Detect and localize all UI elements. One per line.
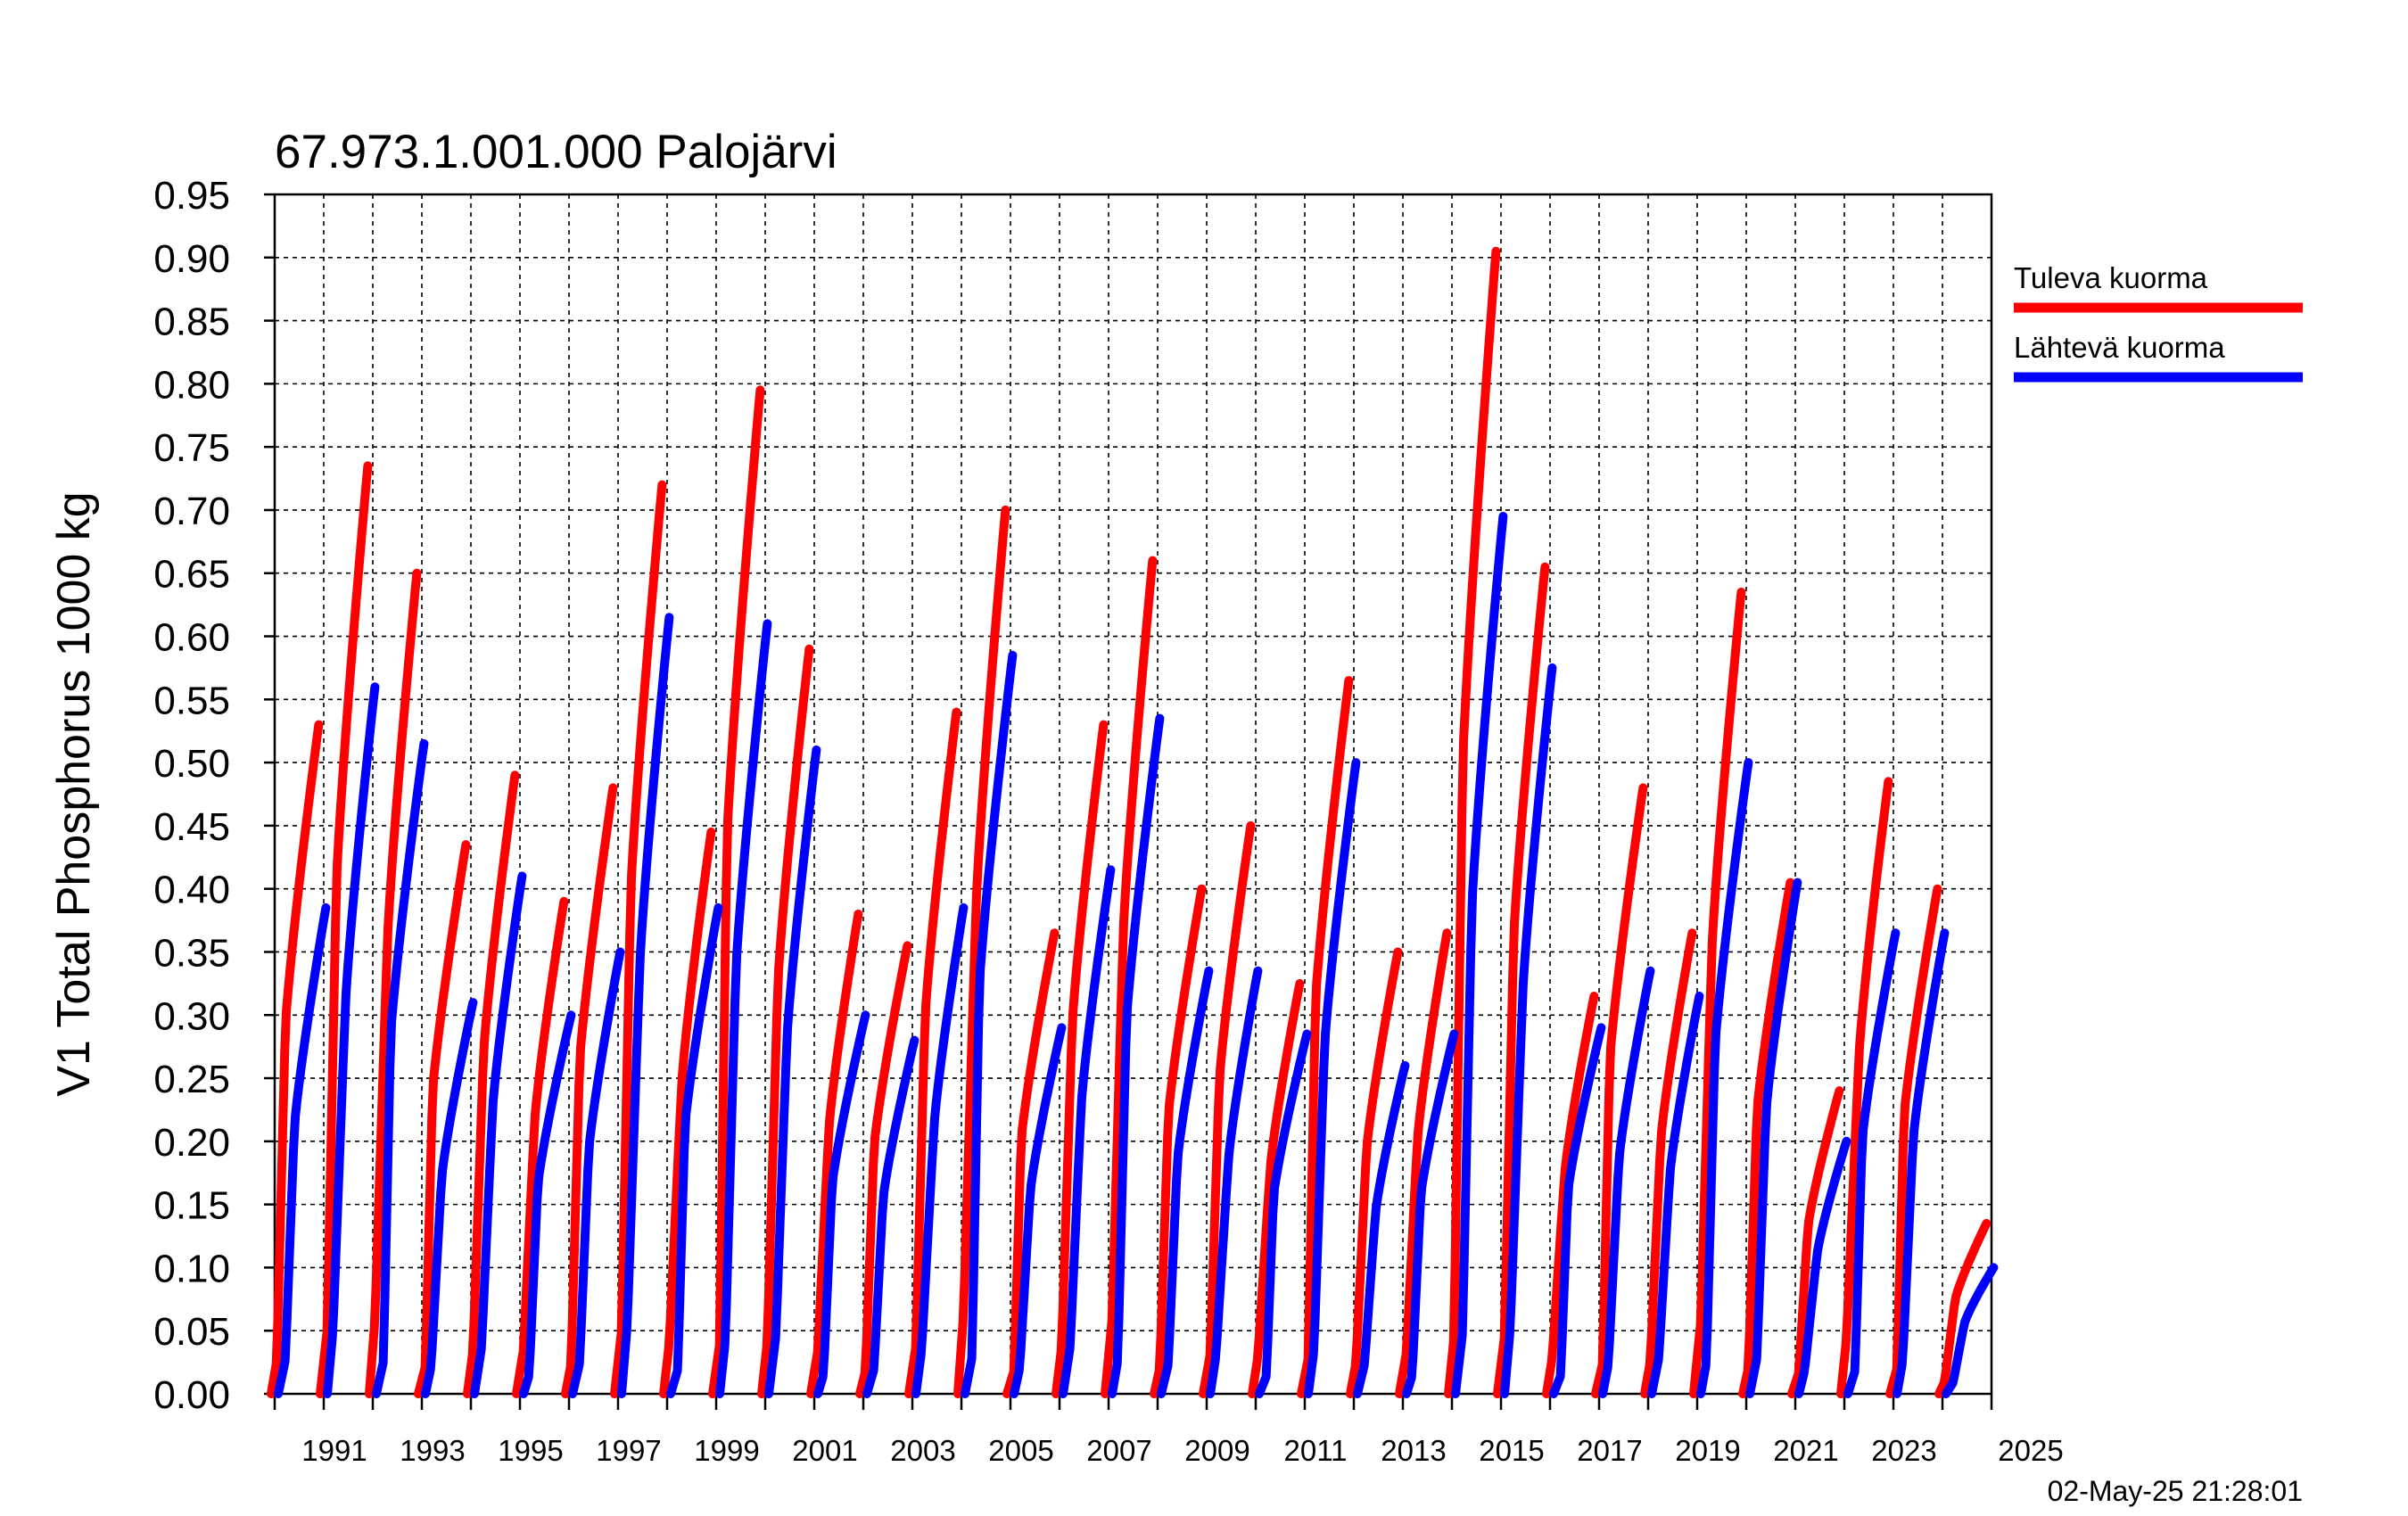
y-tick-label: 0.10	[153, 1247, 230, 1290]
x-tick-label: 2003	[890, 1434, 955, 1467]
y-tick-label: 0.40	[153, 869, 230, 912]
x-tick-label: 2001	[792, 1434, 857, 1467]
y-tick-label: 0.85	[153, 301, 230, 344]
y-tick-label: 0.50	[153, 742, 230, 786]
y-tick-label: 0.70	[153, 490, 230, 533]
x-tick-label: 2011	[1284, 1434, 1348, 1467]
y-tick-label: 0.30	[153, 994, 230, 1038]
x-tick-label: 1997	[596, 1434, 661, 1467]
y-tick-label: 0.25	[153, 1058, 230, 1101]
x-tick-label: 2005	[988, 1434, 1053, 1467]
x-tick-label: 2023	[1871, 1434, 1936, 1467]
x-tick-label: 2013	[1381, 1434, 1446, 1467]
series-line-tuleva	[267, 246, 1992, 1398]
y-tick-label: 0.05	[153, 1310, 230, 1354]
y-tick-label: 0.35	[153, 931, 230, 975]
chart-svg: 67.973.1.001.000 Palojärvi V1 Total Phosp…	[48, 126, 2303, 1507]
y-tick-label: 0.45	[153, 805, 230, 849]
y-tick-label: 0.95	[153, 174, 230, 218]
legend-label: Tuleva kuorma	[2014, 261, 2208, 294]
y-tick-label: 0.65	[153, 553, 230, 597]
x-tick-label: 2015	[1479, 1434, 1544, 1467]
y-tick-label: 0.90	[153, 237, 230, 281]
y-tick-label: 0.20	[153, 1121, 230, 1165]
y-tick-label: 0.55	[153, 679, 230, 722]
chart-figure: 67.973.1.001.000 Palojärvi V1 Total Phosp…	[0, 0, 2408, 1516]
y-axis-label: V1 Total Phosphorus 1000 kg	[48, 491, 100, 1096]
y-tick-label: 0.80	[153, 363, 230, 407]
y-tick-label: 0.15	[153, 1184, 230, 1228]
chart-title: 67.973.1.001.000 Palojärvi	[275, 126, 837, 178]
y-tick-label: 0.00	[153, 1373, 230, 1417]
legend-label: Lähtevä kuorma	[2014, 331, 2225, 364]
x-tick-label: 2017	[1577, 1434, 1642, 1467]
x-tick-label: 2021	[1773, 1434, 1838, 1467]
x-tick-label: 2019	[1675, 1434, 1740, 1467]
x-tick-label: 1991	[301, 1434, 367, 1467]
y-tick-label: 0.60	[153, 616, 230, 660]
x-tick-label: 2009	[1184, 1434, 1249, 1467]
timestamp: 02-May-25 21:28:01	[2048, 1475, 2303, 1507]
x-tick-label: 2007	[1086, 1434, 1151, 1467]
x-tick-label: 2025	[1998, 1434, 2063, 1467]
y-tick-label: 0.75	[153, 426, 230, 470]
x-tick-label: 1999	[694, 1434, 759, 1467]
x-tick-label: 1993	[400, 1434, 465, 1467]
x-tick-label: 1995	[498, 1434, 563, 1467]
